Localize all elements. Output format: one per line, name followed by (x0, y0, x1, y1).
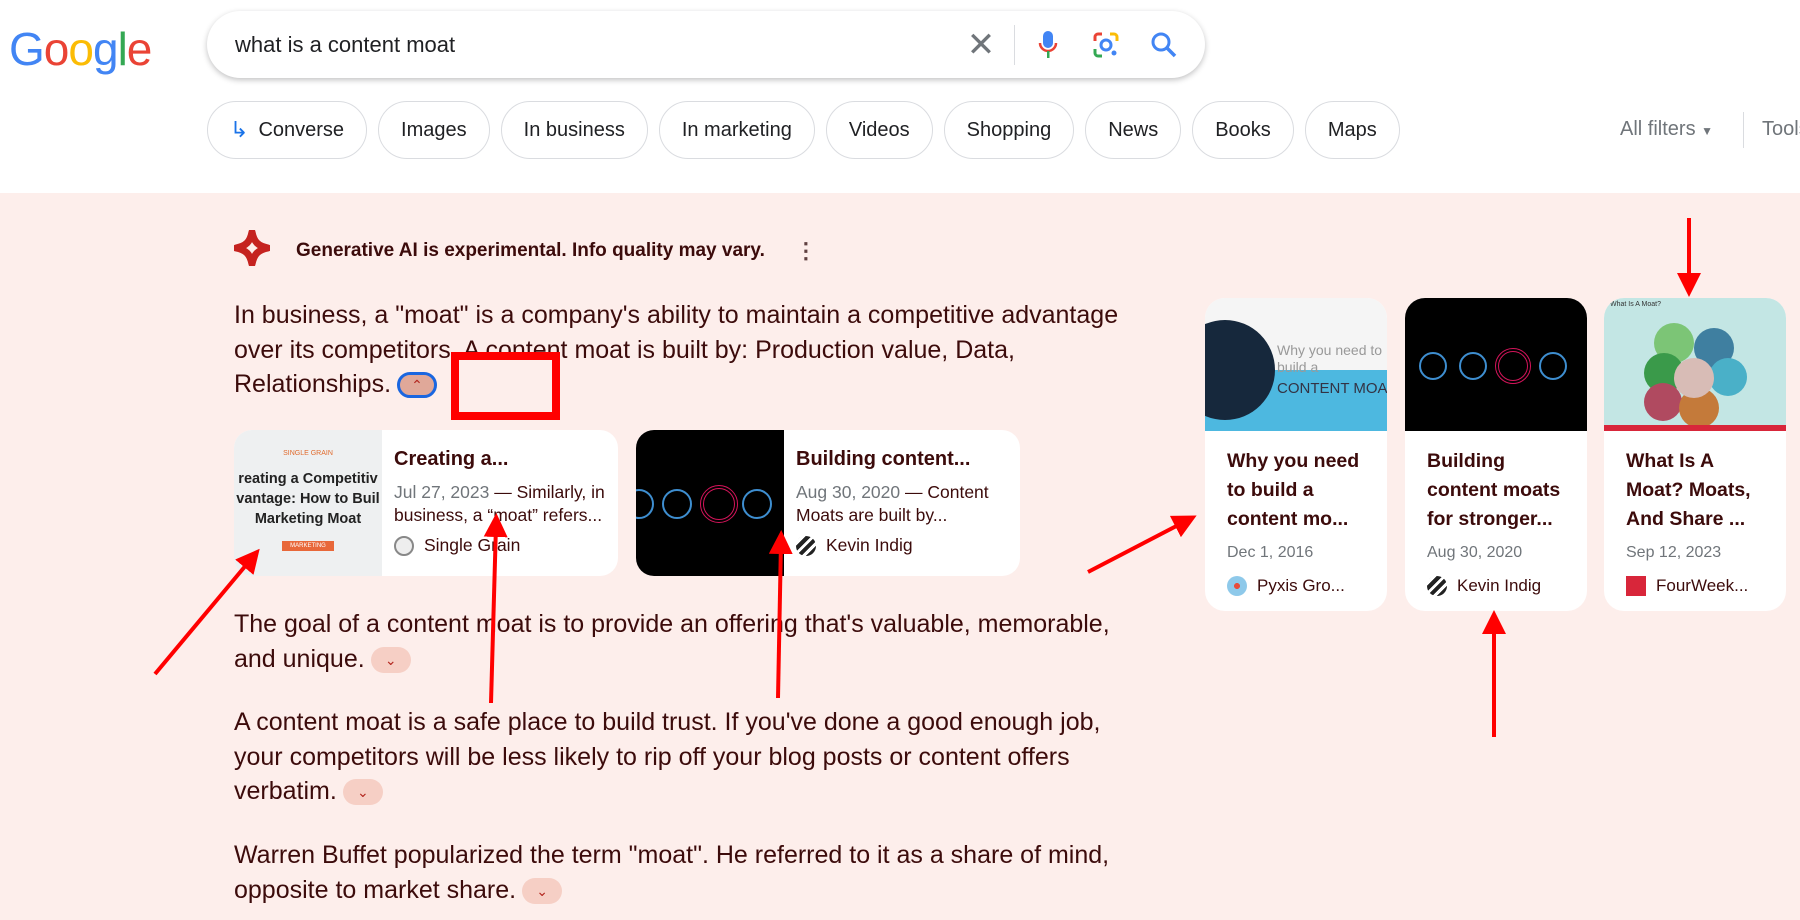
annotation-box (451, 352, 560, 420)
annotation-arrow (153, 548, 260, 676)
annotation-overlay (153, 218, 1701, 737)
annotation-arrow (483, 513, 508, 704)
annotation-arrow (768, 530, 793, 699)
annotation-arrow (1087, 515, 1197, 574)
